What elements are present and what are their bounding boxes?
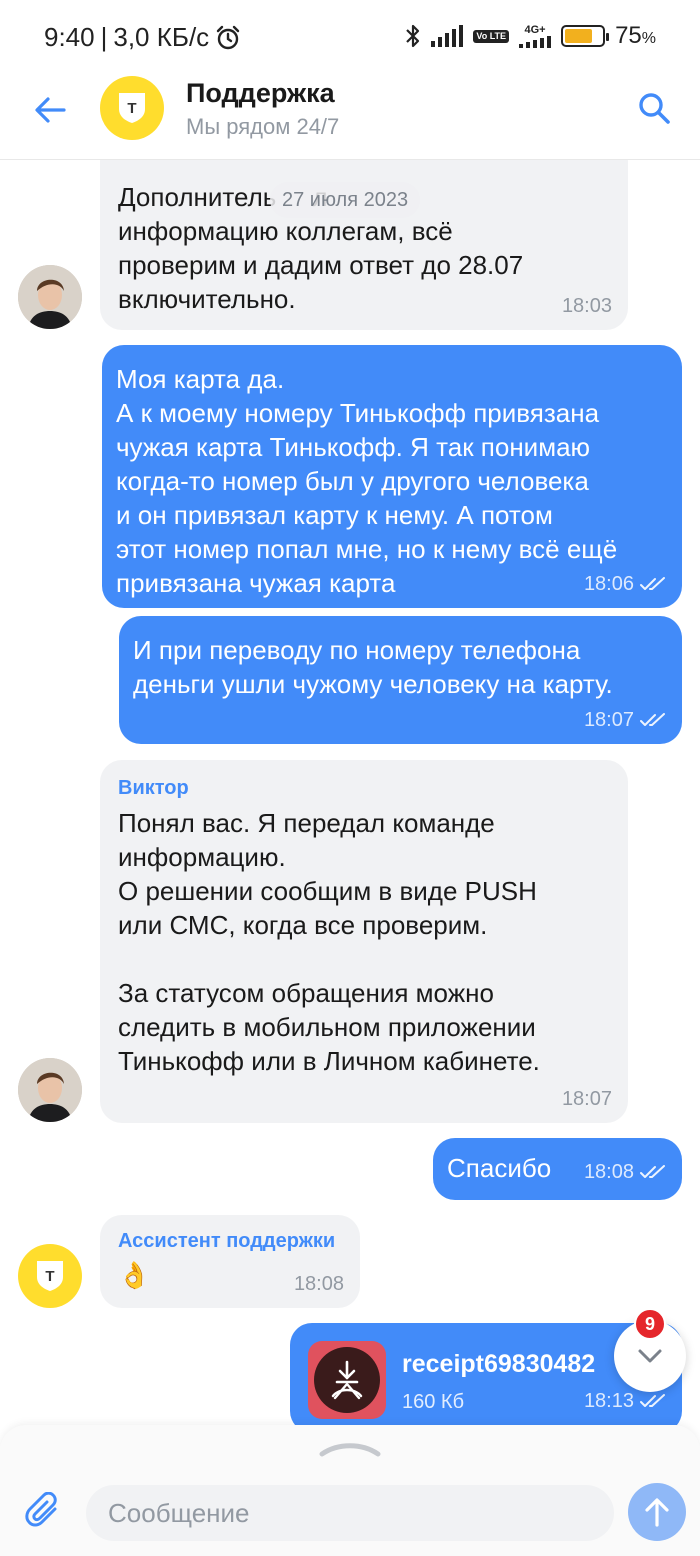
message-text: Понял вас. Я передал команде информацию.… bbox=[118, 808, 540, 1076]
file-type-badge bbox=[314, 1347, 380, 1413]
chat-title: Поддержка bbox=[186, 78, 335, 108]
chat-subtitle: Мы рядом 24/7 bbox=[186, 114, 340, 139]
status-left: 9:40 | 3,0 КБ/с bbox=[44, 22, 241, 53]
file-download-button[interactable] bbox=[308, 1341, 386, 1419]
expand-handle-icon[interactable] bbox=[318, 1439, 382, 1457]
agent-avatar[interactable] bbox=[18, 265, 82, 329]
status-right: Vo LTE 4G+ 75% bbox=[405, 22, 656, 50]
chevron-down-icon bbox=[638, 1349, 662, 1363]
arrow-up-icon bbox=[645, 1498, 669, 1527]
brand-letter: Т bbox=[45, 1268, 54, 1285]
alarm-icon bbox=[216, 25, 240, 49]
network-speed: 3,0 КБ/с bbox=[113, 22, 210, 52]
search-icon bbox=[639, 93, 670, 124]
double-check-icon bbox=[640, 1394, 665, 1407]
paperclip-icon bbox=[25, 1492, 57, 1527]
tinkoff-logo-icon: Т bbox=[37, 1261, 63, 1291]
arrow-left-icon bbox=[35, 97, 66, 123]
pdf-download-icon bbox=[331, 1360, 363, 1400]
bluetooth-icon bbox=[406, 24, 420, 48]
message-meta: 18:03 bbox=[562, 296, 612, 316]
message-time: 18:03 bbox=[561, 295, 612, 317]
assistant-avatar[interactable]: Т bbox=[18, 1244, 82, 1308]
message-outgoing[interactable]: И при переводу по номеру телефона деньги… bbox=[119, 616, 682, 744]
brand-letter: Т bbox=[127, 100, 136, 117]
message-outgoing[interactable]: Спасибо 18:08 bbox=[433, 1138, 682, 1200]
battery-percent: 75% bbox=[615, 22, 656, 49]
support-avatar[interactable]: Т bbox=[100, 76, 164, 140]
message-text: Моя карта да. А к моему номеру Тинькофф … bbox=[116, 364, 618, 598]
battery-fill bbox=[565, 29, 593, 43]
message-time: 18:07 bbox=[583, 709, 634, 731]
message-meta: 18:08 bbox=[294, 1274, 344, 1294]
message-meta: 18:13 bbox=[584, 1391, 666, 1411]
agent-photo-icon bbox=[18, 265, 82, 329]
double-check-icon bbox=[640, 1165, 665, 1178]
sender-name: Виктор bbox=[118, 777, 189, 799]
sender-name: Ассистент поддержки bbox=[118, 1230, 336, 1252]
agent-avatar[interactable] bbox=[18, 1058, 82, 1122]
unread-count-badge: 9 bbox=[634, 1308, 666, 1340]
signal-1-icon bbox=[431, 25, 464, 47]
status-separator: | bbox=[100, 22, 108, 52]
message-incoming[interactable]: Ассистент поддержки 👌 18:08 bbox=[100, 1215, 360, 1308]
double-check-icon bbox=[640, 577, 665, 590]
double-check-icon bbox=[640, 713, 665, 726]
clock: 9:40 bbox=[44, 22, 95, 52]
status-bar: 9:40 | 3,0 КБ/с Vo LTE 4G+ 75% bbox=[0, 0, 700, 76]
message-text: И при переводу по номеру телефона деньги… bbox=[133, 635, 613, 699]
message-list[interactable]: Дополнитель л информацию коллегам, всё п… bbox=[0, 160, 700, 1425]
chat-header: Т Поддержка Мы рядом 24/7 bbox=[0, 76, 700, 160]
send-button[interactable] bbox=[628, 1483, 686, 1541]
agent-photo-icon bbox=[18, 1058, 82, 1122]
signal-2-icon bbox=[519, 35, 552, 48]
file-size: 160 Кб bbox=[402, 1391, 465, 1413]
network-type: 4G+ bbox=[524, 23, 546, 36]
message-time: 18:08 bbox=[293, 1273, 344, 1295]
battery-icon bbox=[561, 25, 610, 47]
message-meta: 18:07 bbox=[584, 710, 666, 730]
message-meta: 18:07 bbox=[562, 1089, 612, 1109]
message-meta: 18:06 bbox=[584, 574, 666, 594]
message-time: 18:13 bbox=[583, 1390, 634, 1412]
message-composer bbox=[0, 1425, 700, 1556]
search-button[interactable] bbox=[634, 88, 674, 128]
message-time: 18:08 bbox=[583, 1161, 634, 1183]
date-separator: 27 июля 2023 bbox=[270, 182, 421, 218]
volte-badge: Vo LTE bbox=[473, 29, 510, 43]
message-input[interactable] bbox=[86, 1485, 614, 1541]
back-button[interactable] bbox=[30, 90, 70, 130]
message-incoming[interactable]: Виктор Понял вас. Я передал команде инфо… bbox=[100, 760, 628, 1123]
message-time: 18:06 bbox=[583, 573, 634, 595]
message-outgoing[interactable]: Моя карта да. А к моему номеру Тинькофф … bbox=[102, 345, 682, 608]
message-time: 18:07 bbox=[561, 1088, 612, 1110]
tinkoff-logo-icon: Т bbox=[119, 93, 145, 123]
attach-button[interactable] bbox=[22, 1489, 66, 1533]
message-meta: 18:08 bbox=[584, 1162, 666, 1182]
